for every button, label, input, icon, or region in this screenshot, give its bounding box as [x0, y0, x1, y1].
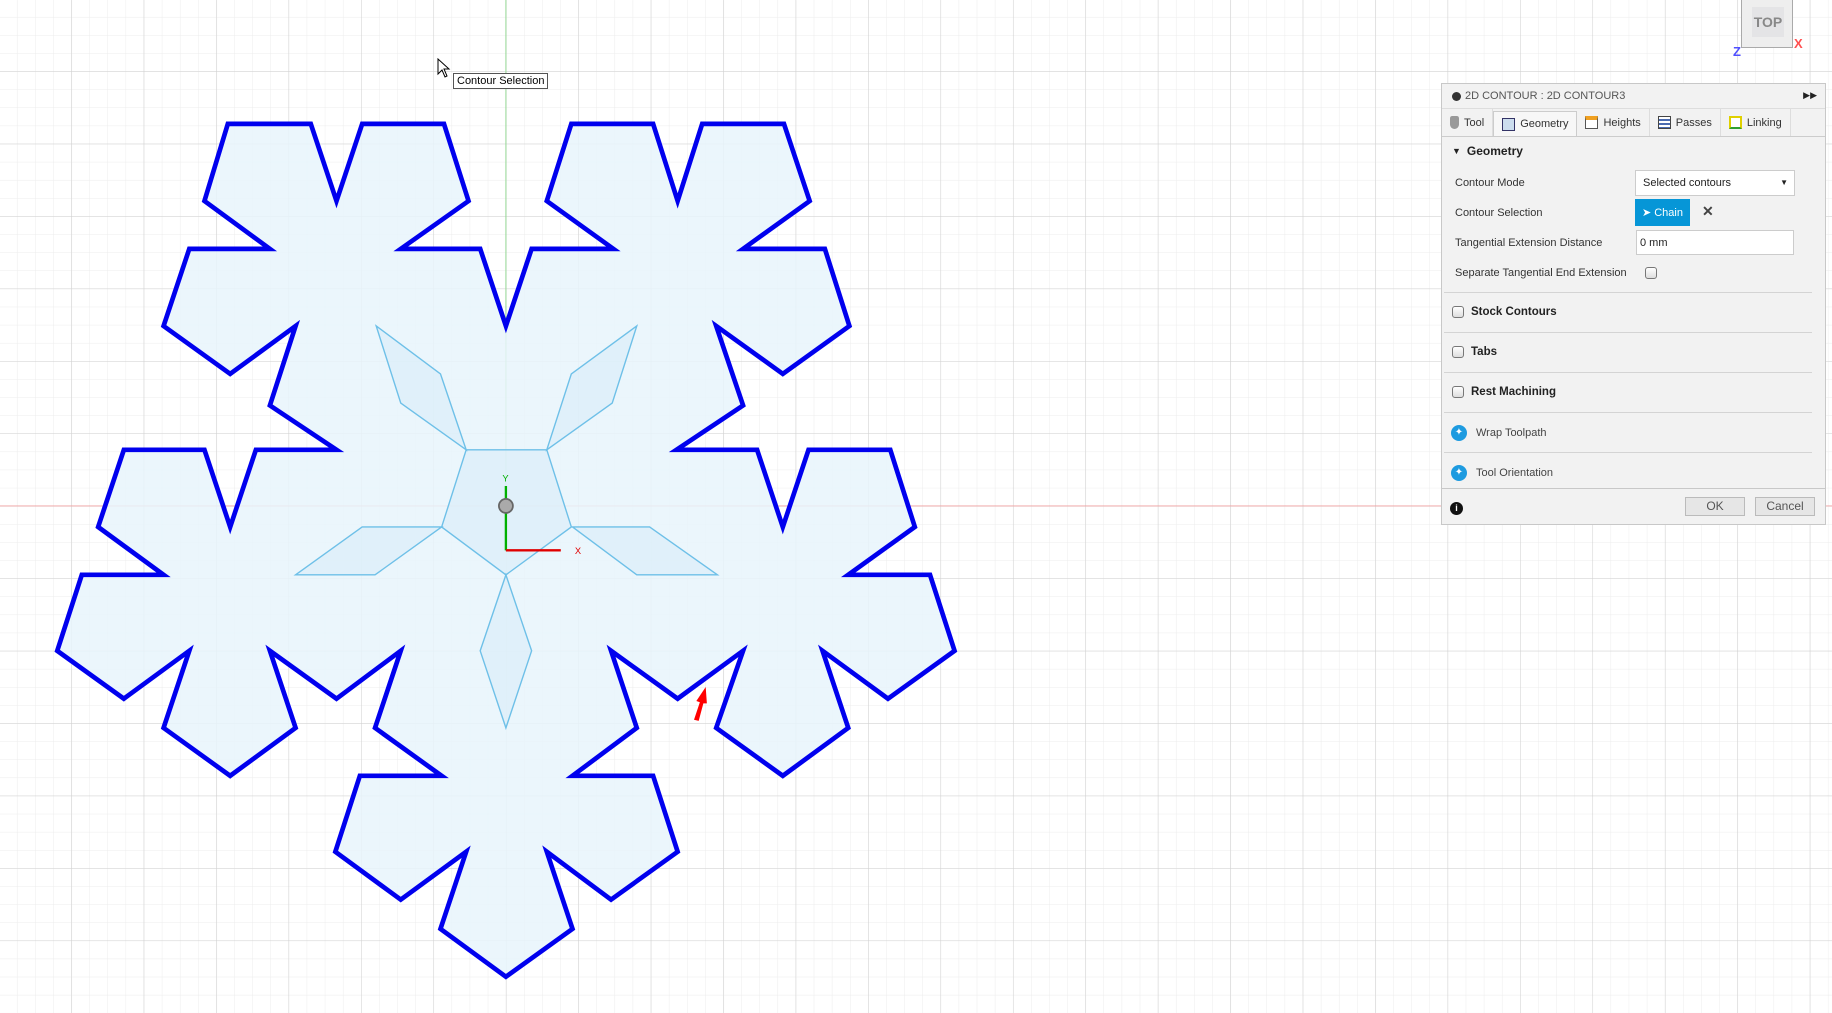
viewcube-z-axis: Z	[1733, 44, 1741, 59]
contour-mode-label: Contour Mode	[1455, 177, 1525, 189]
tooltip: Contour Selection	[453, 73, 549, 89]
expand-icon[interactable]: ▶▶	[1803, 90, 1817, 101]
tool-icon	[1450, 116, 1459, 129]
tangential-extension-label: Tangential Extension Distance	[1455, 237, 1603, 249]
origin-x-label: X	[575, 546, 582, 556]
separate-extension-label: Separate Tangential End Extension	[1455, 267, 1627, 279]
divider	[1444, 372, 1812, 373]
divider	[1444, 412, 1812, 413]
chain-selection-button[interactable]: ➤ Chain	[1635, 199, 1690, 226]
rest-machining-checkbox[interactable]	[1452, 386, 1464, 398]
viewcube-x-axis: X	[1794, 36, 1803, 51]
contour-dialog: 2D CONTOUR : 2D CONTOUR3 ▶▶ Tool Geometr…	[1441, 83, 1826, 525]
chevron-down-icon: ▼	[1780, 178, 1788, 187]
tabs-group[interactable]: Tabs	[1452, 346, 1497, 358]
wrap-toolpath-item[interactable]: ✦ Wrap Toolpath	[1451, 425, 1547, 441]
origin-y-label: Y	[502, 473, 509, 483]
heights-icon	[1585, 116, 1599, 129]
viewcube-face-top[interactable]: TOP	[1752, 7, 1784, 37]
add-feature-icon: ✦	[1451, 465, 1467, 481]
tab-bar: Tool Geometry Heights Passes Linking	[1442, 109, 1825, 137]
triangle-down-icon: ▼	[1452, 145, 1461, 156]
passes-icon	[1657, 116, 1671, 129]
stock-contours-checkbox[interactable]	[1452, 306, 1464, 318]
info-icon[interactable]: i	[1450, 502, 1463, 515]
clear-selection-icon[interactable]: ✕	[1702, 203, 1714, 220]
geometry-section-header[interactable]: ▼ Geometry	[1442, 137, 1825, 164]
tab-tool[interactable]: Tool	[1442, 109, 1494, 136]
collapse-icon[interactable]	[1452, 91, 1461, 101]
dialog-title-bar[interactable]: 2D CONTOUR : 2D CONTOUR3 ▶▶	[1442, 84, 1825, 109]
tab-heights[interactable]: Heights	[1577, 109, 1650, 136]
mouse-cursor-icon	[437, 58, 451, 78]
linking-icon	[1728, 116, 1742, 129]
contour-selection-label: Contour Selection	[1455, 207, 1543, 219]
tabs-checkbox[interactable]	[1452, 346, 1464, 358]
separate-extension-checkbox[interactable]	[1645, 267, 1657, 279]
contour-mode-select[interactable]: Selected contours ▼	[1635, 170, 1795, 196]
tab-linking[interactable]: Linking	[1721, 109, 1791, 136]
tab-passes[interactable]: Passes	[1650, 109, 1721, 136]
dialog-title: 2D CONTOUR : 2D CONTOUR3	[1465, 90, 1626, 102]
divider	[1444, 292, 1812, 293]
add-feature-icon: ✦	[1451, 425, 1467, 441]
viewcube[interactable]: TOP	[1741, 0, 1793, 48]
rest-machining-group[interactable]: Rest Machining	[1452, 386, 1556, 398]
origin-point	[498, 498, 514, 514]
pointer-icon: ➤	[1642, 207, 1652, 219]
tool-orientation-item[interactable]: ✦ Tool Orientation	[1451, 465, 1553, 481]
divider	[1444, 452, 1812, 453]
divider	[1444, 332, 1812, 333]
tangential-extension-input[interactable]: 0 mm	[1636, 230, 1794, 255]
stock-contours-group[interactable]: Stock Contours	[1452, 306, 1557, 318]
geometry-icon	[1502, 117, 1516, 131]
tab-geometry[interactable]: Geometry	[1493, 111, 1578, 136]
divider	[1442, 488, 1825, 489]
cancel-button[interactable]: Cancel	[1755, 497, 1815, 516]
ok-button[interactable]: OK	[1685, 497, 1745, 516]
